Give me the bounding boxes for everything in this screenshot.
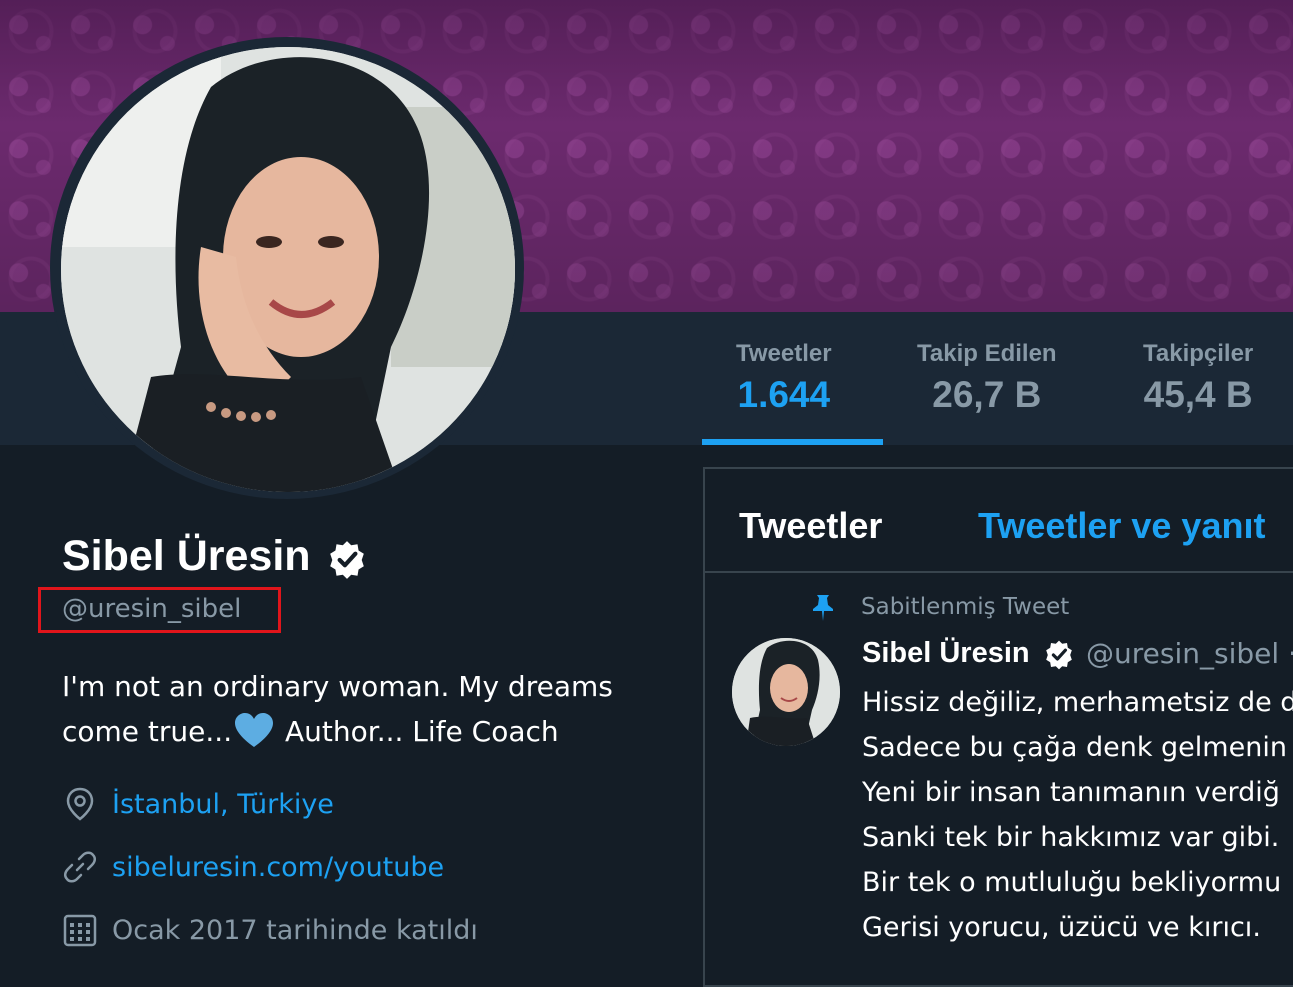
blue-heart-icon: [235, 713, 274, 747]
tweet-verified-icon: [1046, 640, 1072, 670]
tweet-author-handle[interactable]: @uresin_sibel ·: [1086, 637, 1293, 670]
stat-following-value: 26,7 B: [932, 374, 1042, 415]
bio-line-1: I'm not an ordinary woman. My dreams: [62, 670, 613, 703]
profile-name[interactable]: Sibel Üresin: [62, 532, 311, 581]
calendar-icon: [63, 914, 97, 947]
stat-followers-label: Takipçiler: [1143, 340, 1254, 367]
pin-icon: [813, 595, 833, 621]
tweet-line: Sadece bu çağa denk gelmenin: [862, 732, 1287, 763]
stat-followers[interactable]: Takipçiler 45,4 B: [1143, 340, 1253, 416]
profile-avatar[interactable]: [61, 47, 515, 492]
tweet-author-name[interactable]: Sibel Üresin: [862, 637, 1030, 670]
bio-line-2a: come true...: [62, 715, 233, 748]
stat-followers-value: 45,4 B: [1143, 374, 1253, 415]
tweet-author-avatar[interactable]: [732, 638, 840, 746]
join-date-text: Ocak 2017 tarihinde katıldı: [112, 914, 478, 946]
location-pin-icon: [66, 787, 94, 821]
tab-tweets[interactable]: Tweetler: [739, 505, 882, 547]
stat-following-label: Takip Edilen: [917, 340, 1057, 367]
profile-bio: I'm not an ordinary woman. My dreams com…: [62, 664, 662, 754]
avatar-portrait-image: [61, 47, 515, 492]
tweet-line: Yeni bir insan tanımanın verdiğ: [862, 777, 1280, 808]
profile-join-date: Ocak 2017 tarihinde katıldı: [62, 912, 478, 948]
stat-tweets-value: 1.644: [737, 374, 831, 415]
profile-location: İstanbul, Türkiye: [62, 786, 334, 822]
profile-website: sibeluresin.com/youtube: [62, 849, 444, 885]
profile-handle[interactable]: @uresin_sibel: [62, 594, 241, 624]
active-stat-indicator: [702, 439, 883, 445]
tweet-line: Hissiz değiliz, merhametsiz de d: [862, 687, 1293, 718]
tweet-line: Bir tek o mutluluğu bekliyormu: [862, 867, 1282, 898]
tweet-line: Gerisi yorucu, üzücü ve kırıcı.: [862, 912, 1261, 943]
tab-tweets-and-replies[interactable]: Tweetler ve yanıt: [978, 505, 1265, 547]
pinned-tweet-label: Sabitlenmiş Tweet: [861, 594, 1070, 620]
stat-tweets[interactable]: Tweetler 1.644: [736, 340, 832, 416]
verified-badge-icon: [330, 541, 364, 579]
bio-line-2b: Author... Life Coach: [276, 715, 559, 748]
tweet-avatar-image: [732, 638, 840, 746]
stat-tweets-label: Tweetler: [736, 340, 832, 367]
tweet-text: Hissiz değiliz, merhametsiz de d Sadece …: [862, 680, 1293, 950]
location-link[interactable]: İstanbul, Türkiye: [112, 789, 334, 820]
website-link[interactable]: sibeluresin.com/youtube: [112, 852, 444, 883]
stat-following[interactable]: Takip Edilen 26,7 B: [917, 340, 1057, 416]
link-icon: [63, 851, 97, 883]
tweet-line: Sanki tek bir hakkımız var gibi.: [862, 822, 1280, 853]
